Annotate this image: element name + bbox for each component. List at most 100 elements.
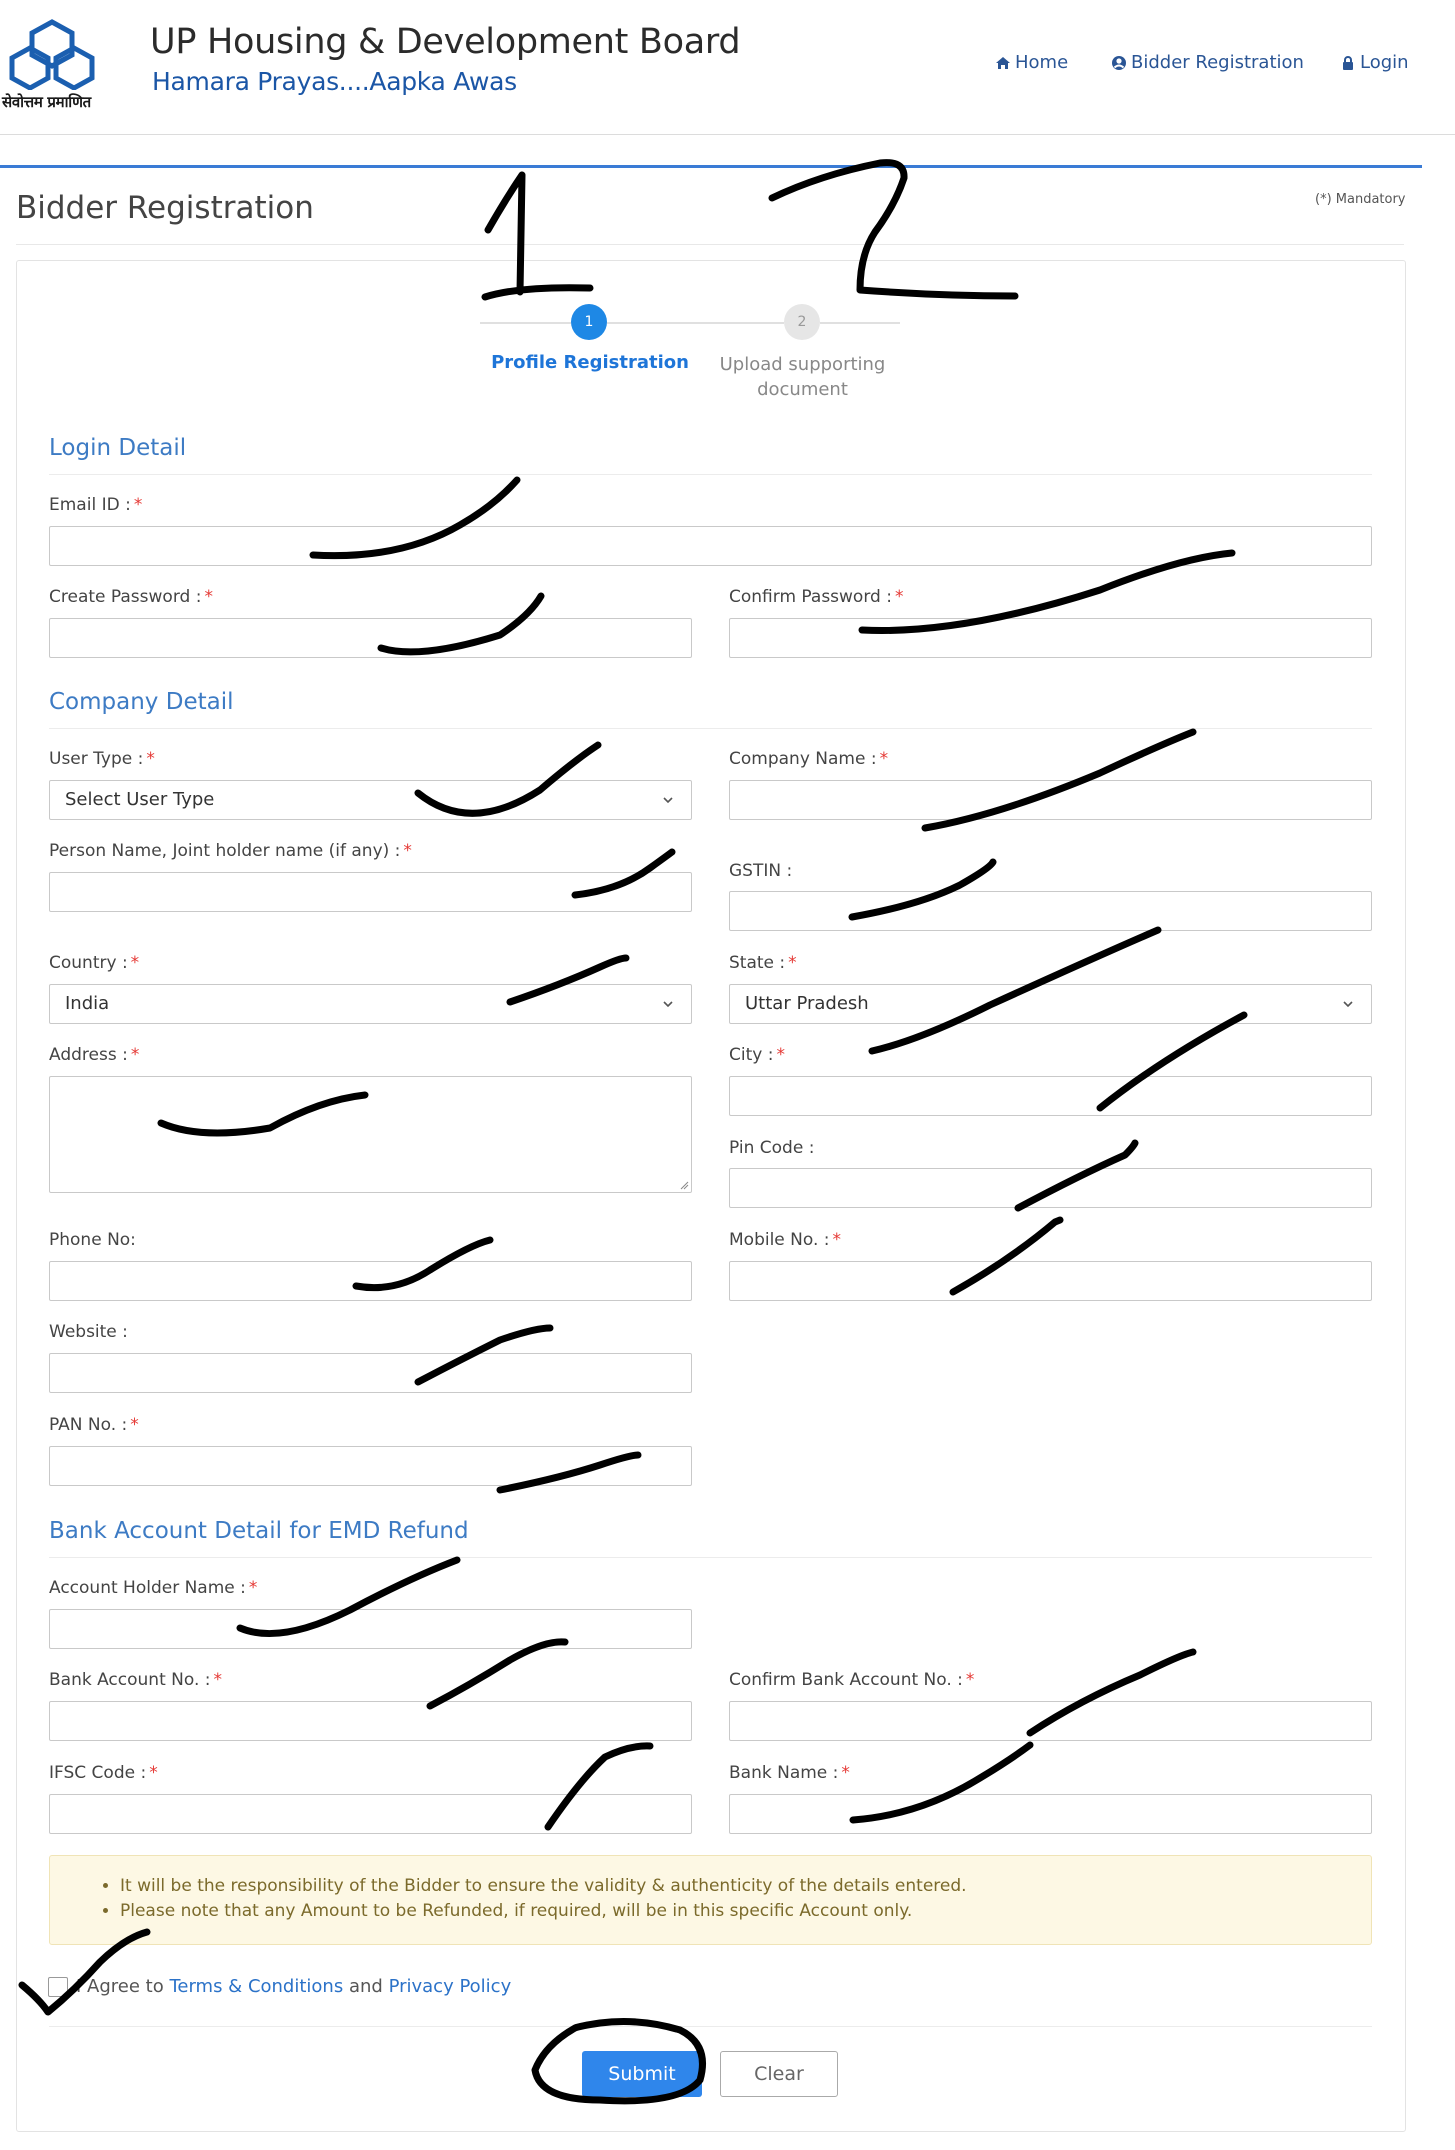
- step-1-circle[interactable]: 1: [571, 304, 607, 340]
- company-name-field[interactable]: [729, 780, 1372, 820]
- required-mark: *: [213, 1670, 223, 1690]
- state-value: Uttar Pradesh: [745, 993, 869, 1014]
- ifsc-field[interactable]: [49, 1794, 692, 1834]
- city-field[interactable]: [729, 1076, 1372, 1116]
- user-circle-icon: [1112, 55, 1126, 70]
- required-mark: *: [133, 495, 143, 515]
- privacy-policy-link[interactable]: Privacy Policy: [389, 1976, 512, 1997]
- step-1-label[interactable]: Profile Registration: [480, 352, 700, 373]
- stepper-line: [480, 322, 571, 324]
- user-type-select[interactable]: Select User Type: [49, 780, 692, 820]
- nav-home[interactable]: Home: [995, 52, 1068, 73]
- required-mark: *: [788, 953, 797, 973]
- bank-account-field[interactable]: [49, 1701, 692, 1741]
- chevron-down-icon: [1343, 1001, 1353, 1008]
- account-holder-label: Account Holder Name : *: [49, 1578, 258, 1598]
- gstin-field[interactable]: [729, 891, 1372, 931]
- create-password-field[interactable]: [49, 618, 692, 658]
- section-divider: [49, 1557, 1372, 1558]
- required-mark: *: [965, 1670, 975, 1690]
- agree-and: and: [348, 1976, 383, 1997]
- phone-field[interactable]: [49, 1261, 692, 1301]
- gstin-label: GSTIN :: [729, 861, 793, 881]
- email-field[interactable]: [49, 526, 1372, 566]
- required-mark: *: [841, 1763, 850, 1783]
- address-label: Address : *: [49, 1045, 140, 1065]
- ifsc-label: IFSC Code : *: [49, 1763, 158, 1783]
- country-label: Country : *: [49, 953, 140, 973]
- section-divider: [49, 474, 1372, 475]
- divider: [49, 2026, 1372, 2027]
- required-mark: *: [832, 1230, 842, 1250]
- terms-link[interactable]: Terms & Conditions: [169, 1976, 343, 1997]
- info-notes: It will be the responsibility of the Bid…: [49, 1855, 1372, 1945]
- required-mark: *: [130, 1045, 140, 1065]
- section-divider: [49, 728, 1372, 729]
- country-value: India: [65, 993, 110, 1014]
- person-name-label: Person Name, Joint holder name (if any) …: [49, 841, 412, 861]
- bank-name-label: Bank Name : *: [729, 1763, 850, 1783]
- address-textarea[interactable]: [49, 1076, 692, 1193]
- mobile-label: Mobile No. : *: [729, 1230, 842, 1250]
- note-item: Please note that any Amount to be Refund…: [120, 1899, 1371, 1924]
- create-password-label: Create Password : *: [49, 587, 213, 607]
- required-mark: *: [204, 587, 213, 607]
- step-2-label[interactable]: Upload supporting document: [700, 352, 905, 402]
- nav-bidder-registration[interactable]: Bidder Registration: [1111, 52, 1304, 73]
- mobile-field[interactable]: [729, 1261, 1372, 1301]
- section-login-detail: Login Detail: [49, 435, 187, 461]
- agree-checkbox[interactable]: [48, 1976, 68, 1997]
- bank-name-field[interactable]: [729, 1794, 1372, 1834]
- nav-home-label: Home: [1015, 52, 1069, 73]
- nav-login-label: Login: [1360, 52, 1409, 73]
- confirm-bank-account-label: Confirm Bank Account No. : *: [729, 1670, 975, 1690]
- clear-button[interactable]: Clear: [720, 2051, 838, 2097]
- tagline: Hamara Prayas....Aapka Awas: [152, 67, 517, 96]
- chevron-down-icon: [663, 797, 673, 804]
- stepper-line: [820, 322, 900, 324]
- required-mark: *: [776, 1045, 785, 1065]
- pan-label: PAN No. : *: [49, 1415, 139, 1435]
- housing-board-logo[interactable]: [6, 18, 98, 90]
- account-holder-field[interactable]: [49, 1609, 692, 1649]
- agree-row: I Agree to Terms & Conditions and Privac…: [48, 1976, 511, 1997]
- required-mark: *: [130, 953, 140, 973]
- nav-login[interactable]: Login: [1340, 52, 1409, 73]
- required-mark: *: [879, 749, 889, 769]
- section-company-detail: Company Detail: [49, 689, 234, 715]
- city-label: City : *: [729, 1045, 785, 1065]
- card-accent-bar: [0, 165, 1422, 168]
- pan-field[interactable]: [49, 1446, 692, 1486]
- user-type-value: Select User Type: [65, 789, 215, 810]
- user-type-label: User Type : *: [49, 749, 155, 769]
- required-mark: *: [894, 587, 904, 607]
- required-mark: *: [149, 1763, 158, 1783]
- logo-caption: सेवोत्तम प्रमाणित: [2, 93, 91, 111]
- confirm-password-field[interactable]: [729, 618, 1372, 658]
- email-label: Email ID : *: [49, 495, 143, 515]
- person-name-field[interactable]: [49, 872, 692, 912]
- lock-icon: [1343, 55, 1353, 70]
- step-2-circle[interactable]: 2: [784, 304, 820, 340]
- organization-title: UP Housing & Development Board: [150, 22, 741, 62]
- home-icon: [996, 56, 1010, 69]
- note-item: It will be the responsibility of the Bid…: [120, 1874, 1371, 1899]
- company-name-label: Company Name : *: [729, 749, 889, 769]
- website-label: Website :: [49, 1322, 128, 1342]
- submit-button[interactable]: Submit: [582, 2051, 702, 2097]
- state-select[interactable]: Uttar Pradesh: [729, 984, 1372, 1024]
- required-mark: *: [403, 841, 412, 861]
- nav-bidder-registration-label: Bidder Registration: [1131, 52, 1304, 73]
- bank-account-label: Bank Account No. : *: [49, 1670, 222, 1690]
- required-mark: *: [248, 1578, 258, 1598]
- state-label: State : *: [729, 953, 797, 973]
- confirm-bank-account-field[interactable]: [729, 1701, 1372, 1741]
- website-field[interactable]: [49, 1353, 692, 1393]
- required-mark: *: [146, 749, 155, 769]
- resize-grip-icon[interactable]: [679, 1180, 689, 1190]
- step-2-label-line2: document: [757, 379, 848, 400]
- confirm-password-label: Confirm Password : *: [729, 587, 904, 607]
- pin-code-field[interactable]: [729, 1168, 1372, 1208]
- country-select[interactable]: India: [49, 984, 692, 1024]
- mandatory-note: (*) Mandatory: [1315, 192, 1406, 207]
